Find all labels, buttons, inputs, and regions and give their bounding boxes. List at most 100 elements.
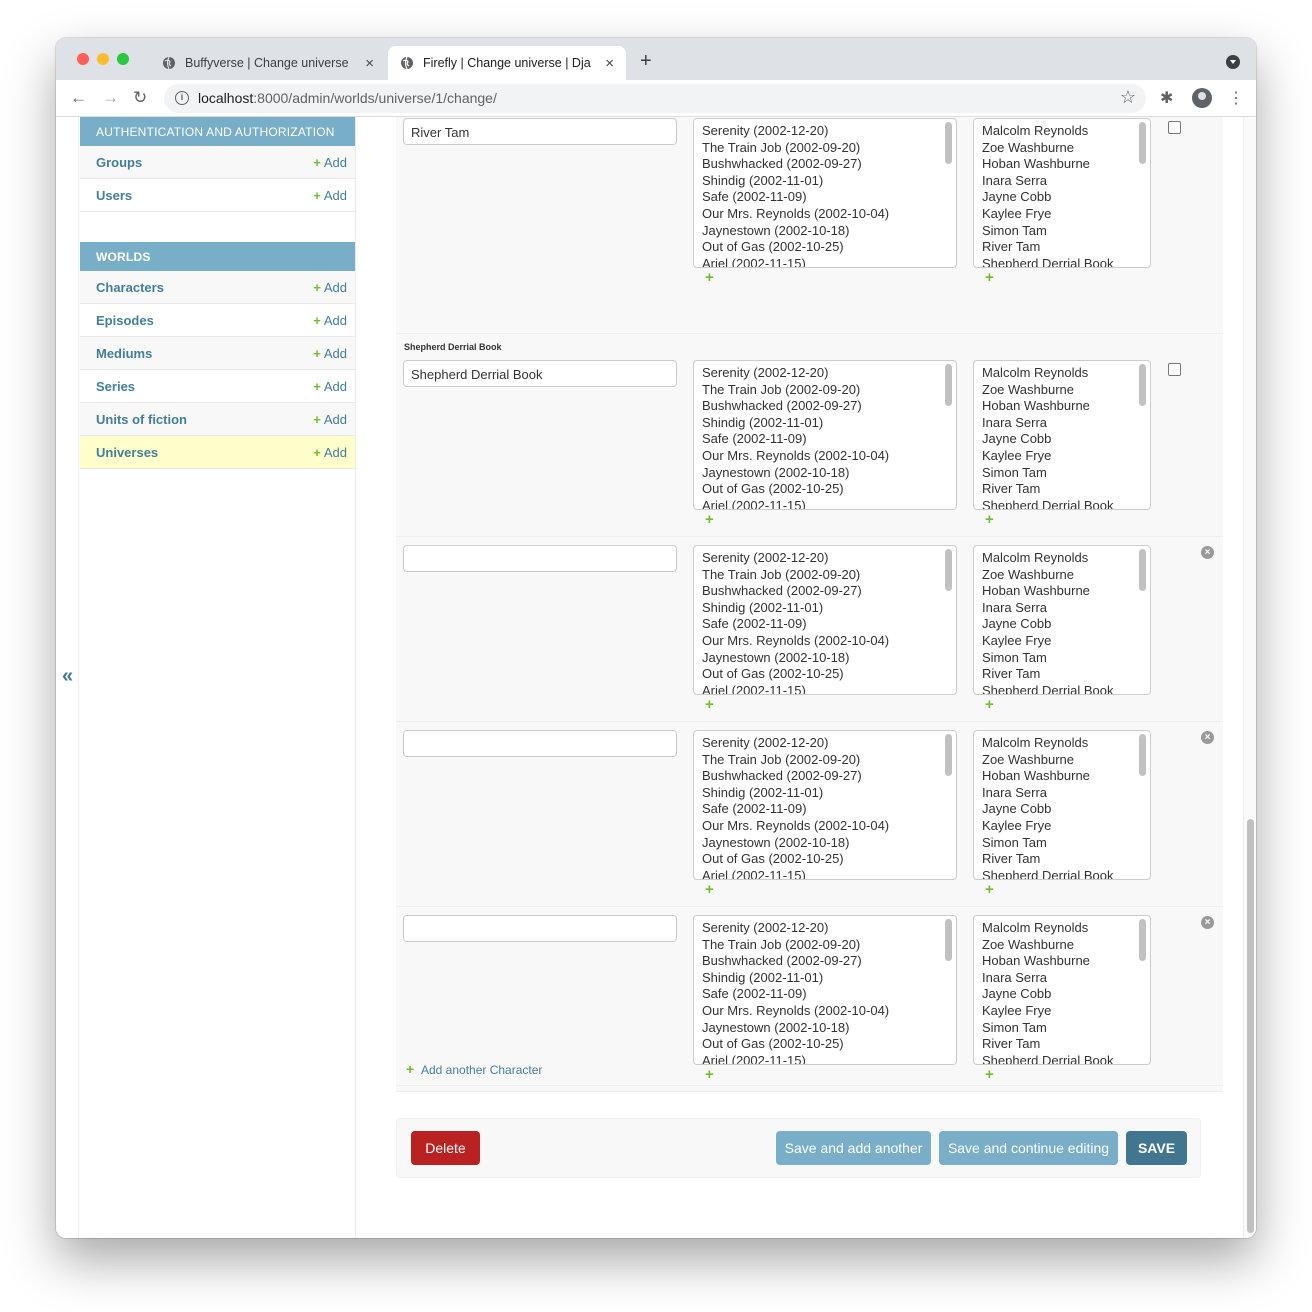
save-and-continue-button[interactable]: Save and continue editing [939,1131,1118,1165]
select-option[interactable]: Inara Serra [982,415,1150,432]
select-option[interactable]: Shindig (2002-11-01) [702,785,956,802]
select-option[interactable]: Shepherd Derrial Book [982,498,1150,509]
characters-multiselect[interactable]: Malcolm Reynolds Zoe Washburne Hoban Washb… [973,730,1151,880]
select-option[interactable]: River Tam [982,239,1150,256]
select-option[interactable]: Hoban Washburne [982,156,1150,173]
add-link[interactable]: + Add [313,280,347,295]
reload-icon[interactable]: ↻ [133,88,147,108]
profile-avatar-icon[interactable] [1192,88,1212,108]
select-scrollbar[interactable] [1139,122,1146,164]
select-scrollbar[interactable] [1139,549,1146,591]
characters-multiselect[interactable]: Malcolm Reynolds Zoe Washburne Hoban Washb… [973,545,1151,695]
page-scrollbar[interactable] [1243,117,1256,1238]
site-info-icon[interactable]: i [175,91,189,105]
add-related-icon[interactable]: + [985,512,994,527]
select-option[interactable]: The Train Job (2002-09-20) [702,752,956,769]
select-option[interactable]: Shepherd Derrial Book [982,683,1150,694]
select-option[interactable]: Our Mrs. Reynolds (2002-10-04) [702,818,956,835]
select-option[interactable]: Simon Tam [982,223,1150,240]
select-option[interactable]: Malcolm Reynolds [982,365,1150,382]
characters-multiselect[interactable]: Malcolm Reynolds Zoe Washburne Hoban Washb… [973,118,1151,268]
select-option[interactable]: Out of Gas (2002-10-25) [702,1036,956,1053]
select-option[interactable]: Simon Tam [982,650,1150,667]
select-option[interactable]: River Tam [982,666,1150,683]
select-option[interactable]: Jayne Cobb [982,431,1150,448]
episodes-multiselect[interactable]: Serenity (2002-12-20) The Train Job (2002… [693,730,957,880]
back-arrow-icon[interactable]: ← [70,88,87,108]
minimize-window-button[interactable] [97,53,109,65]
app-caption[interactable]: AUTHENTICATION AND AUTHORIZATION [80,117,355,146]
select-option[interactable]: Jaynestown (2002-10-18) [702,465,956,482]
add-link[interactable]: + Add [313,412,347,427]
add-link[interactable]: + Add [313,379,347,394]
select-option[interactable]: Hoban Washburne [982,768,1150,785]
tab-close-icon[interactable]: × [365,55,374,72]
tab-firefly[interactable]: Firefly | Change universe | Django site … [388,46,626,80]
character-name-input[interactable] [403,915,677,942]
add-related-icon[interactable]: + [705,882,714,897]
select-option[interactable]: Out of Gas (2002-10-25) [702,851,956,868]
model-link[interactable]: Episodes [96,313,154,328]
select-scrollbar[interactable] [945,549,952,591]
model-link[interactable]: Users [96,188,132,203]
select-option[interactable]: Our Mrs. Reynolds (2002-10-04) [702,1003,956,1020]
select-option[interactable]: Out of Gas (2002-10-25) [702,239,956,256]
select-option[interactable]: Out of Gas (2002-10-25) [702,666,956,683]
save-and-add-another-button[interactable]: Save and add another [776,1131,931,1165]
save-button[interactable]: SAVE [1126,1131,1187,1165]
select-option[interactable]: Ariel (2002-11-15) [702,256,956,267]
select-option[interactable]: Serenity (2002-12-20) [702,550,956,567]
select-scrollbar[interactable] [945,734,952,776]
add-link[interactable]: + Add [313,188,347,203]
select-scrollbar[interactable] [1139,364,1146,406]
select-option[interactable]: Ariel (2002-11-15) [702,498,956,509]
chrome-menu-icon[interactable]: ⋮ [1228,88,1244,108]
select-option[interactable]: Safe (2002-11-09) [702,431,956,448]
select-scrollbar[interactable] [1139,919,1146,961]
app-caption[interactable]: WORLDS [80,242,355,271]
episodes-multiselect[interactable]: Serenity (2002-12-20) The Train Job (2002… [693,915,957,1065]
add-link[interactable]: + Add [313,346,347,361]
select-option[interactable]: Zoe Washburne [982,140,1150,157]
select-option[interactable]: Jaynestown (2002-10-18) [702,835,956,852]
address-bar[interactable]: i localhost:8000/admin/worlds/universe/1… [164,84,1146,113]
select-option[interactable]: Safe (2002-11-09) [702,616,956,633]
add-related-icon[interactable]: + [985,270,994,285]
select-option[interactable]: Kaylee Frye [982,818,1150,835]
select-option[interactable]: Bushwhacked (2002-09-27) [702,398,956,415]
characters-multiselect[interactable]: Malcolm Reynolds Zoe Washburne Hoban Washb… [973,360,1151,510]
select-scrollbar[interactable] [945,122,952,164]
select-option[interactable]: Bushwhacked (2002-09-27) [702,156,956,173]
add-related-icon[interactable]: + [705,512,714,527]
select-option[interactable]: Serenity (2002-12-20) [702,735,956,752]
delete-checkbox[interactable] [1168,121,1181,134]
select-option[interactable]: Bushwhacked (2002-09-27) [702,768,956,785]
episodes-multiselect[interactable]: Serenity (2002-12-20) The Train Job (2002… [693,118,957,268]
select-option[interactable]: Hoban Washburne [982,953,1150,970]
episodes-multiselect[interactable]: Serenity (2002-12-20) The Train Job (2002… [693,545,957,695]
select-option[interactable]: Our Mrs. Reynolds (2002-10-04) [702,206,956,223]
model-link[interactable]: Units of fiction [96,412,187,427]
character-name-input[interactable]: Shepherd Derrial Book [403,360,677,387]
select-option[interactable]: Safe (2002-11-09) [702,986,956,1003]
add-another-character-link[interactable]: Add another Character [421,1063,542,1077]
select-option[interactable]: Shepherd Derrial Book [982,868,1150,879]
tab-search-icon[interactable] [1226,55,1240,69]
character-name-input[interactable]: River Tam [403,118,677,145]
select-option[interactable]: Inara Serra [982,600,1150,617]
remove-row-icon[interactable]: × [1201,546,1214,559]
select-option[interactable]: Out of Gas (2002-10-25) [702,481,956,498]
add-link[interactable]: + Add [313,155,347,170]
select-option[interactable]: Serenity (2002-12-20) [702,920,956,937]
collapse-sidebar-toggle[interactable]: « [62,665,73,688]
select-option[interactable]: The Train Job (2002-09-20) [702,140,956,157]
select-option[interactable]: Malcolm Reynolds [982,123,1150,140]
select-option[interactable]: Kaylee Frye [982,448,1150,465]
delete-button[interactable]: Delete [411,1131,480,1165]
bookmark-star-icon[interactable]: ☆ [1120,87,1136,108]
select-option[interactable]: The Train Job (2002-09-20) [702,382,956,399]
model-link[interactable]: Mediums [96,346,152,361]
select-scrollbar[interactable] [945,364,952,406]
select-option[interactable]: Inara Serra [982,970,1150,987]
select-option[interactable]: Safe (2002-11-09) [702,189,956,206]
